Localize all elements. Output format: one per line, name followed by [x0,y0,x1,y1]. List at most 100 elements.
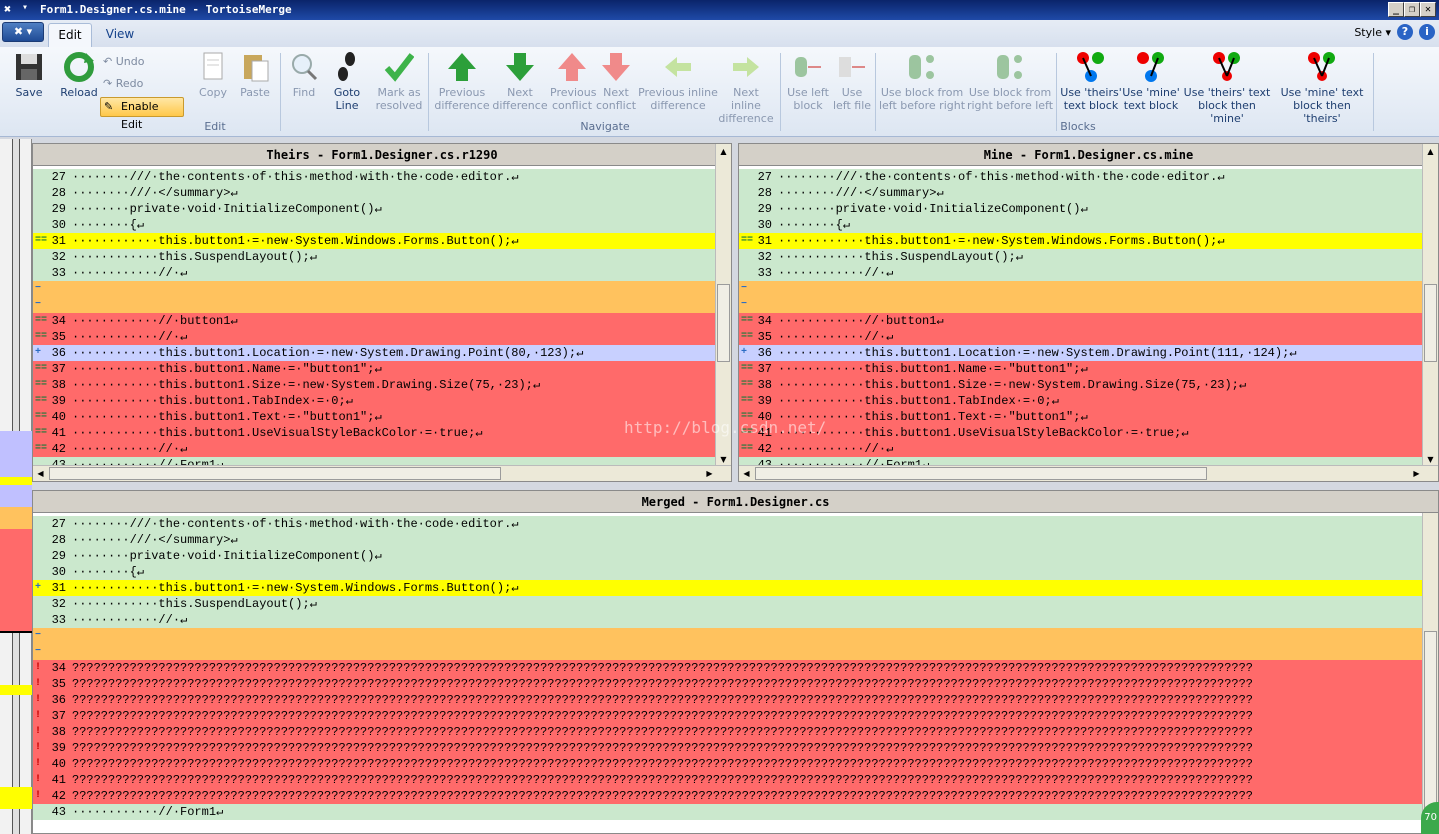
previous-difference-button[interactable]: Previous difference [434,51,490,112]
code-line[interactable]: 29 ········private·void·InitializeCompone… [739,201,1422,217]
code-line[interactable]: − [33,644,1422,660]
code-line[interactable]: +36 ············this.button1.Location·=·n… [33,345,715,361]
theirs-horizontal-scrollbar[interactable]: ◀ ▶ [33,465,731,481]
find-button[interactable]: Find [284,51,324,99]
code-line[interactable]: 27 ········///·the·contents·of·this·metho… [33,169,715,185]
code-line[interactable]: == 41 ············this.button1.UseVisualSt… [33,425,715,441]
code-line[interactable]: 33 ············//·↵ [739,265,1422,281]
use-theirs-text-block-button[interactable]: Use 'theirs' text block [1060,51,1122,112]
merged-lines[interactable]: 27 ········///·the·contents·of·this·metho… [33,516,1422,820]
maximize-button[interactable]: ❐ [1404,2,1420,17]
code-line[interactable]: ! 34?????????????????????????????????????… [33,660,1422,676]
code-line[interactable]: 28 ········///·</summary>↵ [33,185,715,201]
location-bar[interactable] [0,139,32,834]
style-menu[interactable]: Style ▾ [1354,26,1391,39]
code-line[interactable]: 30 ········{↵ [33,564,1422,580]
code-line[interactable]: 32 ············this.SuspendLayout();↵ [739,249,1422,265]
code-line[interactable]: ! 38?????????????????????????????????????… [33,724,1422,740]
code-line[interactable]: 29 ········private·void·InitializeCompone… [33,201,715,217]
previous-inline-difference-button[interactable]: Previous inline difference [638,51,718,112]
merged-vertical-scrollbar[interactable] [1422,513,1438,833]
application-menu-button[interactable]: ✖ ▾ [2,22,44,42]
previous-conflict-button[interactable]: Previous conflict [550,51,597,112]
code-line[interactable]: ! 40?????????????????????????????????????… [33,756,1422,772]
code-line[interactable]: ! 39?????????????????????????????????????… [33,740,1422,756]
use-theirs-then-mine-button[interactable]: Use 'theirs' text block then 'mine' [1180,51,1274,125]
code-line[interactable]: 30 ········{↵ [33,217,715,233]
mine-pane[interactable]: Mine - Form1.Designer.cs.mine 27 ········… [738,143,1439,482]
redo-button[interactable]: ↷ Redo [103,77,143,90]
mine-vscroll-thumb[interactable] [1424,284,1437,362]
use-mine-then-theirs-button[interactable]: Use 'mine' text block then 'theirs' [1274,51,1370,125]
code-line[interactable]: == 42 ············//·↵ [739,441,1422,457]
code-line[interactable]: == 35 ············//·↵ [739,329,1422,345]
use-left-file-button[interactable]: Use left file [832,51,872,112]
mine-lines[interactable]: 27 ········///·the·contents·of·this·metho… [739,169,1422,473]
tab-edit[interactable]: Edit [48,23,92,47]
code-line[interactable]: ! 42?????????????????????????????????????… [33,788,1422,804]
scroll-right-arrow[interactable]: ▶ [702,466,717,481]
help-icon[interactable]: ? [1397,24,1413,40]
code-line[interactable]: − [739,281,1422,297]
mine-vertical-scrollbar[interactable]: ▲ ▼ [1422,144,1438,467]
code-line[interactable]: 27 ········///·the·contents·of·this·metho… [33,516,1422,532]
code-line[interactable]: == 38 ············this.button1.Size·=·new·… [33,377,715,393]
code-line[interactable]: − [33,297,715,313]
goto-line-button[interactable]: Goto Line [328,51,366,112]
code-line[interactable]: == 39 ············this.button1.TabIndex·=·… [33,393,715,409]
next-conflict-button[interactable]: Next conflict [596,51,636,112]
merged-pane[interactable]: Merged - Form1.Designer.cs 27 ········///… [32,490,1439,834]
theirs-hscroll-thumb[interactable] [49,467,501,480]
scroll-left-arrow[interactable]: ◀ [739,466,754,481]
code-line[interactable]: == 31 ············this.button1·=·new·Syste… [739,233,1422,249]
use-block-left-before-right-button[interactable]: Use block from left before right [878,51,966,112]
scroll-left-arrow[interactable]: ◀ [33,466,48,481]
code-line[interactable]: == 40 ············this.button1.Text·=·"but… [739,409,1422,425]
scroll-up-arrow[interactable]: ▲ [1423,144,1438,159]
code-line[interactable]: 27 ········///·the·contents·of·this·metho… [739,169,1422,185]
code-line[interactable]: == 42 ············//·↵ [33,441,715,457]
mine-horizontal-scrollbar[interactable]: ◀ ▶ [739,465,1438,481]
code-line[interactable]: +36 ············this.button1.Location·=·n… [739,345,1422,361]
paste-button[interactable]: Paste [234,51,276,99]
code-line[interactable]: == 31 ············this.button1·=·new·Syste… [33,233,715,249]
system-menu-icon[interactable]: ▾ [22,2,28,13]
enable-edit-button[interactable]: ✎ Enable Edit [100,97,184,131]
code-line[interactable]: ! 36?????????????????????????????????????… [33,692,1422,708]
scroll-up-arrow[interactable]: ▲ [716,144,731,159]
code-line[interactable]: − [33,628,1422,644]
code-line[interactable]: − [739,297,1422,313]
next-inline-difference-button[interactable]: Next inline difference [718,51,774,125]
code-line[interactable]: ! 41?????????????????????????????????????… [33,772,1422,788]
undo-button[interactable]: ↶ Undo [103,55,144,68]
code-line[interactable]: 33 ············//·↵ [33,612,1422,628]
close-button[interactable]: ✕ [1420,2,1436,17]
code-line[interactable]: 32 ············this.SuspendLayout();↵ [33,596,1422,612]
code-line[interactable]: 28 ········///·</summary>↵ [33,532,1422,548]
reload-button[interactable]: Reload [56,51,102,99]
mark-resolved-button[interactable]: Mark as resolved [372,51,426,112]
save-button[interactable]: Save [8,51,50,99]
mine-hscroll-thumb[interactable] [755,467,1207,480]
code-line[interactable]: ! 37?????????????????????????????????????… [33,708,1422,724]
merged-vscroll-thumb[interactable] [1424,631,1437,816]
use-left-block-button[interactable]: Use left block [784,51,832,112]
code-line[interactable]: == 38 ············this.button1.Size·=·new·… [739,377,1422,393]
code-line[interactable]: 30 ········{↵ [739,217,1422,233]
code-line[interactable]: 29 ········private·void·InitializeCompone… [33,548,1422,564]
code-line[interactable]: 43 ············//·Form1↵ [33,804,1422,820]
code-line[interactable]: == 37 ············this.button1.Name·=·"but… [739,361,1422,377]
code-line[interactable]: ! 35?????????????????????????????????????… [33,676,1422,692]
code-line[interactable]: == 39 ············this.button1.TabIndex·=·… [739,393,1422,409]
code-line[interactable]: +31 ············this.button1·=·new·System… [33,580,1422,596]
code-line[interactable]: 28 ········///·</summary>↵ [739,185,1422,201]
theirs-lines[interactable]: 27 ········///·the·contents·of·this·metho… [33,169,715,473]
code-line[interactable]: − [33,281,715,297]
info-icon[interactable]: i [1419,24,1435,40]
code-line[interactable]: 32 ············this.SuspendLayout();↵ [33,249,715,265]
code-line[interactable]: 33 ············//·↵ [33,265,715,281]
code-line[interactable]: == 37 ············this.button1.Name·=·"but… [33,361,715,377]
minimize-button[interactable]: _ [1388,2,1404,17]
scroll-right-arrow[interactable]: ▶ [1409,466,1424,481]
app-icon[interactable]: ✖ [4,2,11,16]
